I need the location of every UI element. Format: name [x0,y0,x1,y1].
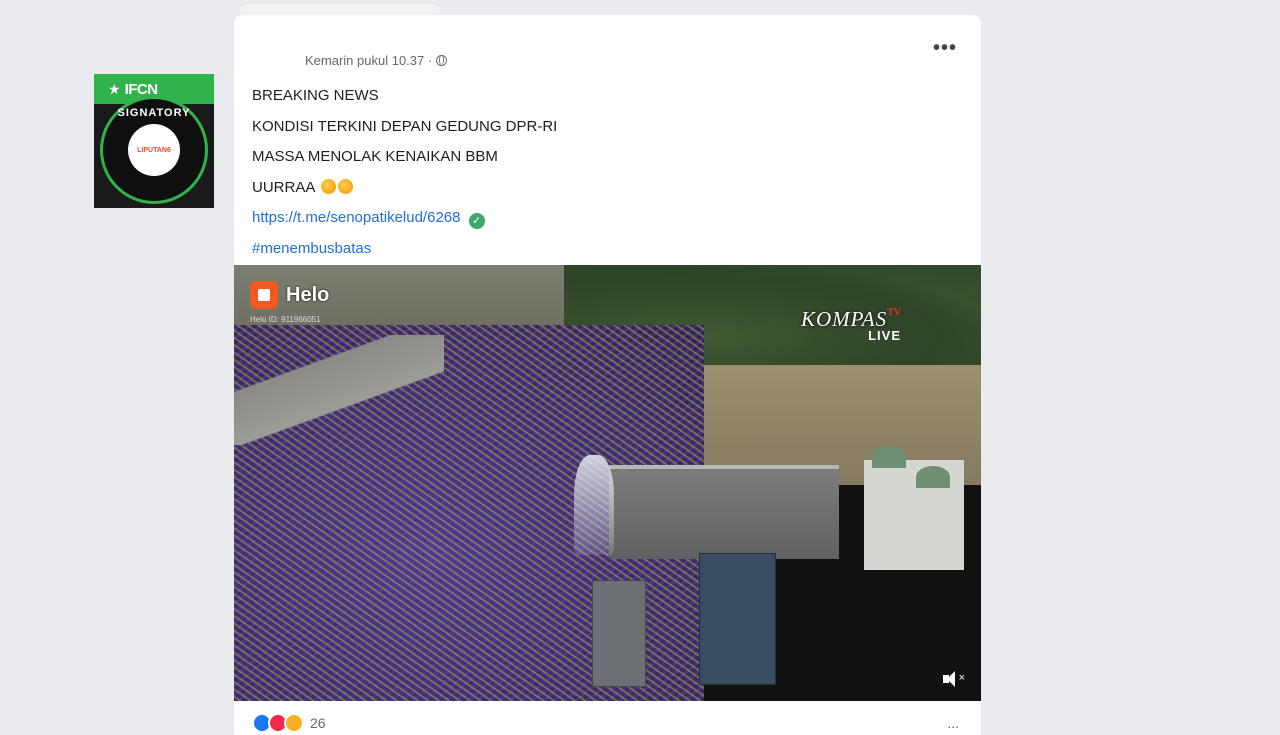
video-scene-wall [609,465,839,559]
kompas-tv: TV [887,307,901,318]
post-link-line: https://t.me/senopatikelud/6268 ✓ [252,203,557,234]
helo-name: Helo [286,283,330,306]
post-line-2: KONDISI TERKINI DEPAN GEDUNG DPR-RI [252,117,558,135]
post-body: BREAKING NEWS KONDISI TERKINI DEPAN GEDU… [252,81,557,264]
hashtag-link[interactable]: #menembusbatas [252,240,371,257]
helo-watermark: Helo [250,281,329,309]
helo-logo-icon [250,281,278,309]
video-player[interactable]: Helo Helo ID: 911966051 KOMPASTV LIVE × [234,265,981,701]
reaction-count: 26 [310,715,326,731]
ifcn-signatory-badge: ★ IFCN SIGNATORY LIPUTAN6 [94,74,214,208]
comments-summary[interactable]: ... [947,715,959,731]
kompas-watermark: KOMPASTV LIVE [801,307,901,343]
post-line-4: UURRAA [252,173,557,204]
dome-shape [916,466,950,488]
badge-ring: SIGNATORY LIPUTAN6 [100,96,208,204]
dome-shape [872,446,906,468]
badge-center-logo: LIPUTAN6 [128,124,180,176]
helo-id: Helo ID: 911966051 [250,315,321,324]
post-timestamp[interactable]: Kemarin pukul 10.37 · [305,53,432,68]
hashtag-line: #menembusbatas [252,234,557,265]
video-scene-bus [699,553,776,685]
badge-center-text: LIPUTAN6 [137,146,171,154]
post-line-4-text: UURRAA [252,178,315,196]
reactions-summary[interactable]: 26 [252,713,326,733]
post-line-1: BREAKING NEWS [252,87,379,104]
post-card: Kemarin pukul 10.37 · ••• BREAKING NEWS … [234,15,981,735]
post-line-3: MASSA MENOLAK KENAIKAN BBM [252,148,498,165]
more-options-button[interactable]: ••• [933,37,957,60]
video-scene-truck [592,580,646,687]
mute-x-icon: × [958,672,965,684]
star-icon: ★ [108,80,121,97]
haha-reaction-icon [284,713,304,733]
post-meta: Kemarin pukul 10.37 · [305,53,448,68]
mute-icon[interactable]: × [943,671,965,687]
badge-brand: IFCN [124,80,159,98]
telegram-link[interactable]: https://t.me/senopatikelud/6268 [252,209,460,226]
fist-emoji-icon [337,178,353,194]
badge-ring-text: SIGNATORY [117,107,191,119]
check-icon: ✓ [468,213,485,229]
globe-icon [436,55,448,66]
fist-emoji-icon [320,178,336,194]
video-scene-building [864,446,964,570]
video-scene-road [234,335,444,445]
video-scene-water-cannon [574,455,614,555]
